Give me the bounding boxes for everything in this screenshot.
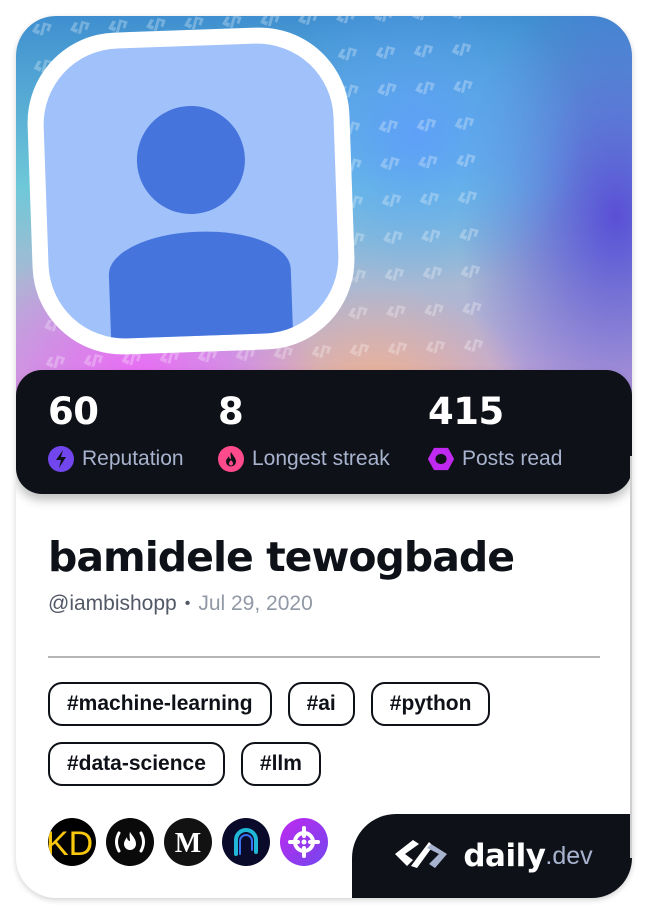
stat-label: Posts read: [462, 447, 563, 470]
separator-dot: •: [184, 595, 191, 612]
pattern-logo-icon: [459, 227, 479, 241]
pattern-logo-icon: [419, 192, 440, 206]
pattern-logo-icon: [425, 340, 446, 354]
pattern-logo-icon: [298, 16, 318, 25]
pattern-logo-icon: [349, 343, 370, 357]
stat-reputation: 60 Reputation: [48, 390, 184, 472]
arch-logo-icon[interactable]: [222, 818, 270, 866]
tags-list: #machine-learning #ai #python #data-scie…: [48, 682, 608, 786]
freecodecamp-icon[interactable]: [106, 818, 154, 866]
stat-value: 8: [218, 390, 244, 433]
pattern-logo-icon: [387, 341, 408, 355]
kdnuggets-icon[interactable]: KD: [48, 818, 96, 866]
devcard: 60 Reputation 8 Longest streak 415 Posts…: [16, 16, 632, 898]
ring-icon: [428, 446, 454, 472]
stat-value: 60: [48, 390, 99, 433]
stat-posts-read: 415 Posts read: [428, 390, 562, 472]
pattern-logo-icon: [384, 267, 405, 281]
pattern-logo-icon: [380, 156, 400, 170]
tag[interactable]: #machine-learning: [48, 682, 272, 726]
medium-icon[interactable]: M: [164, 818, 212, 866]
pattern-logo-icon: [412, 16, 432, 21]
daily-dev-brand[interactable]: daily .dev: [352, 814, 632, 898]
profile-username: @iambishopp: [48, 592, 177, 615]
pattern-logo-icon: [377, 82, 397, 96]
flame-icon: [218, 446, 244, 472]
pattern-logo-icon: [462, 301, 482, 315]
pattern-logo-icon: [422, 266, 443, 280]
kdnuggets-text: KD: [48, 825, 93, 863]
pattern-logo-icon: [337, 47, 358, 61]
pattern-logo-icon: [453, 79, 473, 93]
crosshair-icon[interactable]: [280, 818, 328, 866]
pattern-logo-icon: [415, 81, 435, 95]
svg-text:M: M: [175, 828, 201, 859]
daily-dev-logo-icon: [391, 836, 453, 877]
avatar-body-icon: [107, 228, 295, 341]
tag[interactable]: #data-science: [48, 742, 225, 786]
tag[interactable]: #python: [370, 682, 491, 726]
pattern-logo-icon: [83, 353, 104, 367]
pattern-logo-icon: [424, 303, 444, 317]
pattern-logo-icon: [348, 306, 368, 320]
pattern-logo-icon: [311, 344, 332, 358]
divider: [48, 656, 600, 658]
pattern-logo-icon: [418, 155, 438, 169]
pattern-logo-icon: [374, 16, 394, 22]
pattern-logo-icon: [451, 42, 472, 56]
pattern-logo-icon: [70, 20, 90, 34]
tag[interactable]: #ai: [287, 682, 355, 726]
profile-info: bamidele tewogbade @iambishopp • Jul 29,…: [48, 532, 600, 616]
pattern-logo-icon: [454, 116, 475, 130]
stat-label: Reputation: [82, 447, 184, 470]
pattern-logo-icon: [45, 355, 66, 369]
avatar[interactable]: [41, 41, 341, 341]
stats-bar: 60 Reputation 8 Longest streak 415 Posts…: [16, 370, 632, 494]
sources-list: KD M: [48, 818, 328, 866]
pattern-logo-icon: [416, 118, 437, 132]
pattern-logo-icon: [463, 338, 484, 352]
profile-name: bamidele tewogbade: [48, 533, 515, 581]
pattern-logo-icon: [457, 190, 478, 204]
pattern-logo-icon: [386, 304, 406, 318]
pattern-logo-icon: [375, 45, 396, 59]
avatar-head-icon: [135, 104, 247, 216]
pattern-logo-icon: [413, 44, 434, 58]
pattern-logo-icon: [32, 22, 52, 36]
pattern-logo-icon: [456, 153, 476, 167]
pattern-logo-icon: [460, 264, 481, 278]
stat-label: Longest streak: [252, 447, 390, 470]
pattern-logo-icon: [381, 193, 402, 207]
pattern-logo-icon: [450, 16, 470, 19]
pattern-logo-icon: [336, 16, 356, 24]
stat-longest-streak: 8 Longest streak: [218, 390, 390, 472]
lightning-icon: [48, 446, 74, 472]
cover-background: [16, 16, 632, 396]
pattern-logo-icon: [378, 119, 399, 133]
avatar-frame: [24, 24, 358, 358]
brand-tld: .dev: [545, 841, 593, 870]
stat-value: 415: [428, 390, 504, 433]
joined-date: Jul 29, 2020: [198, 592, 313, 615]
brand-word: daily: [463, 838, 546, 874]
pattern-logo-icon: [383, 230, 403, 244]
pattern-logo-icon: [421, 229, 441, 243]
tag[interactable]: #llm: [240, 742, 321, 786]
